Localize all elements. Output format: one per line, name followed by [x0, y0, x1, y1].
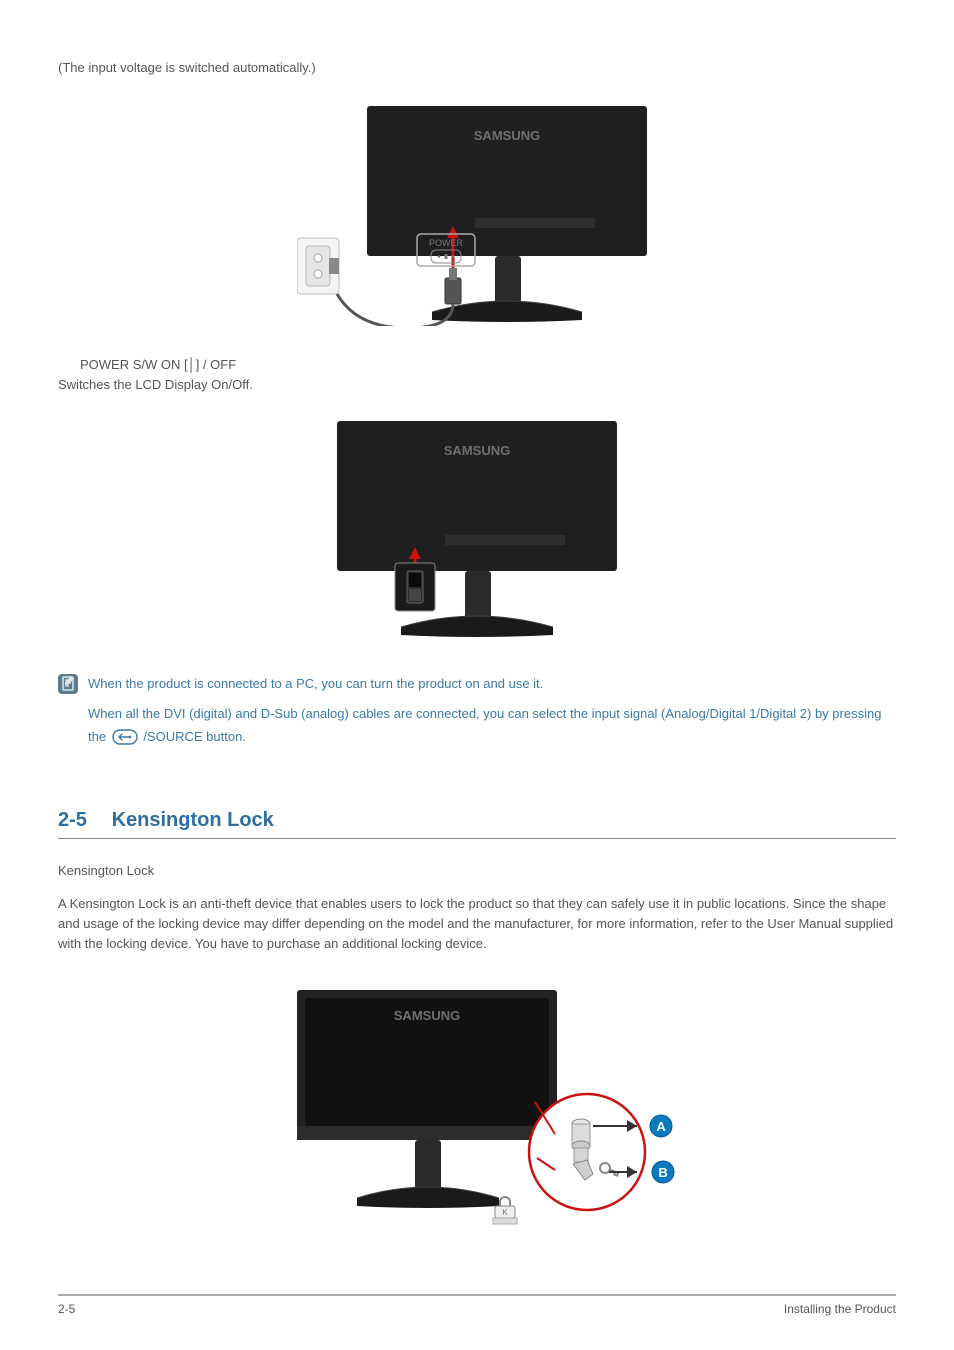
- section-heading: 2-5 Kensington Lock: [58, 809, 896, 839]
- kensington-subtitle: Kensington Lock: [58, 861, 896, 881]
- figure-power-cable: SAMSUNG POWER: [58, 98, 896, 331]
- svg-text:K: K: [502, 1208, 508, 1217]
- power-label: POWER: [429, 238, 464, 248]
- power-switch-line1: POWER S/W ON [│] / OFF: [80, 355, 896, 375]
- figure-power-switch: SAMSUNG: [58, 415, 896, 648]
- footer-left: 2-5: [58, 1302, 75, 1316]
- brand-text: SAMSUNG: [474, 128, 540, 143]
- page-footer: 2-5 Installing the Product: [58, 1294, 896, 1316]
- section-number: 2-5: [58, 809, 106, 832]
- footer-right: Installing the Product: [784, 1302, 896, 1316]
- source-button-icon: [112, 729, 138, 752]
- section-title: Kensington Lock: [112, 809, 274, 831]
- kensington-body: A Kensington Lock is an anti-theft devic…: [58, 894, 896, 954]
- brand-text-3: SAMSUNG: [394, 1008, 460, 1023]
- brand-text-2: SAMSUNG: [444, 443, 510, 458]
- note-p2: When all the DVI (digital) and D-Sub (an…: [88, 702, 896, 753]
- note-box: When the product is connected to a PC, y…: [58, 672, 896, 758]
- note-icon: [58, 674, 78, 694]
- callout-a: A: [656, 1119, 666, 1134]
- figure-kensington: SAMSUNG K: [58, 982, 896, 1247]
- power-switch-line2: Switches the LCD Display On/Off.: [58, 375, 896, 395]
- callout-b: B: [658, 1165, 667, 1180]
- note-p1: When the product is connected to a PC, y…: [88, 672, 896, 695]
- intro-line: (The input voltage is switched automatic…: [58, 58, 896, 78]
